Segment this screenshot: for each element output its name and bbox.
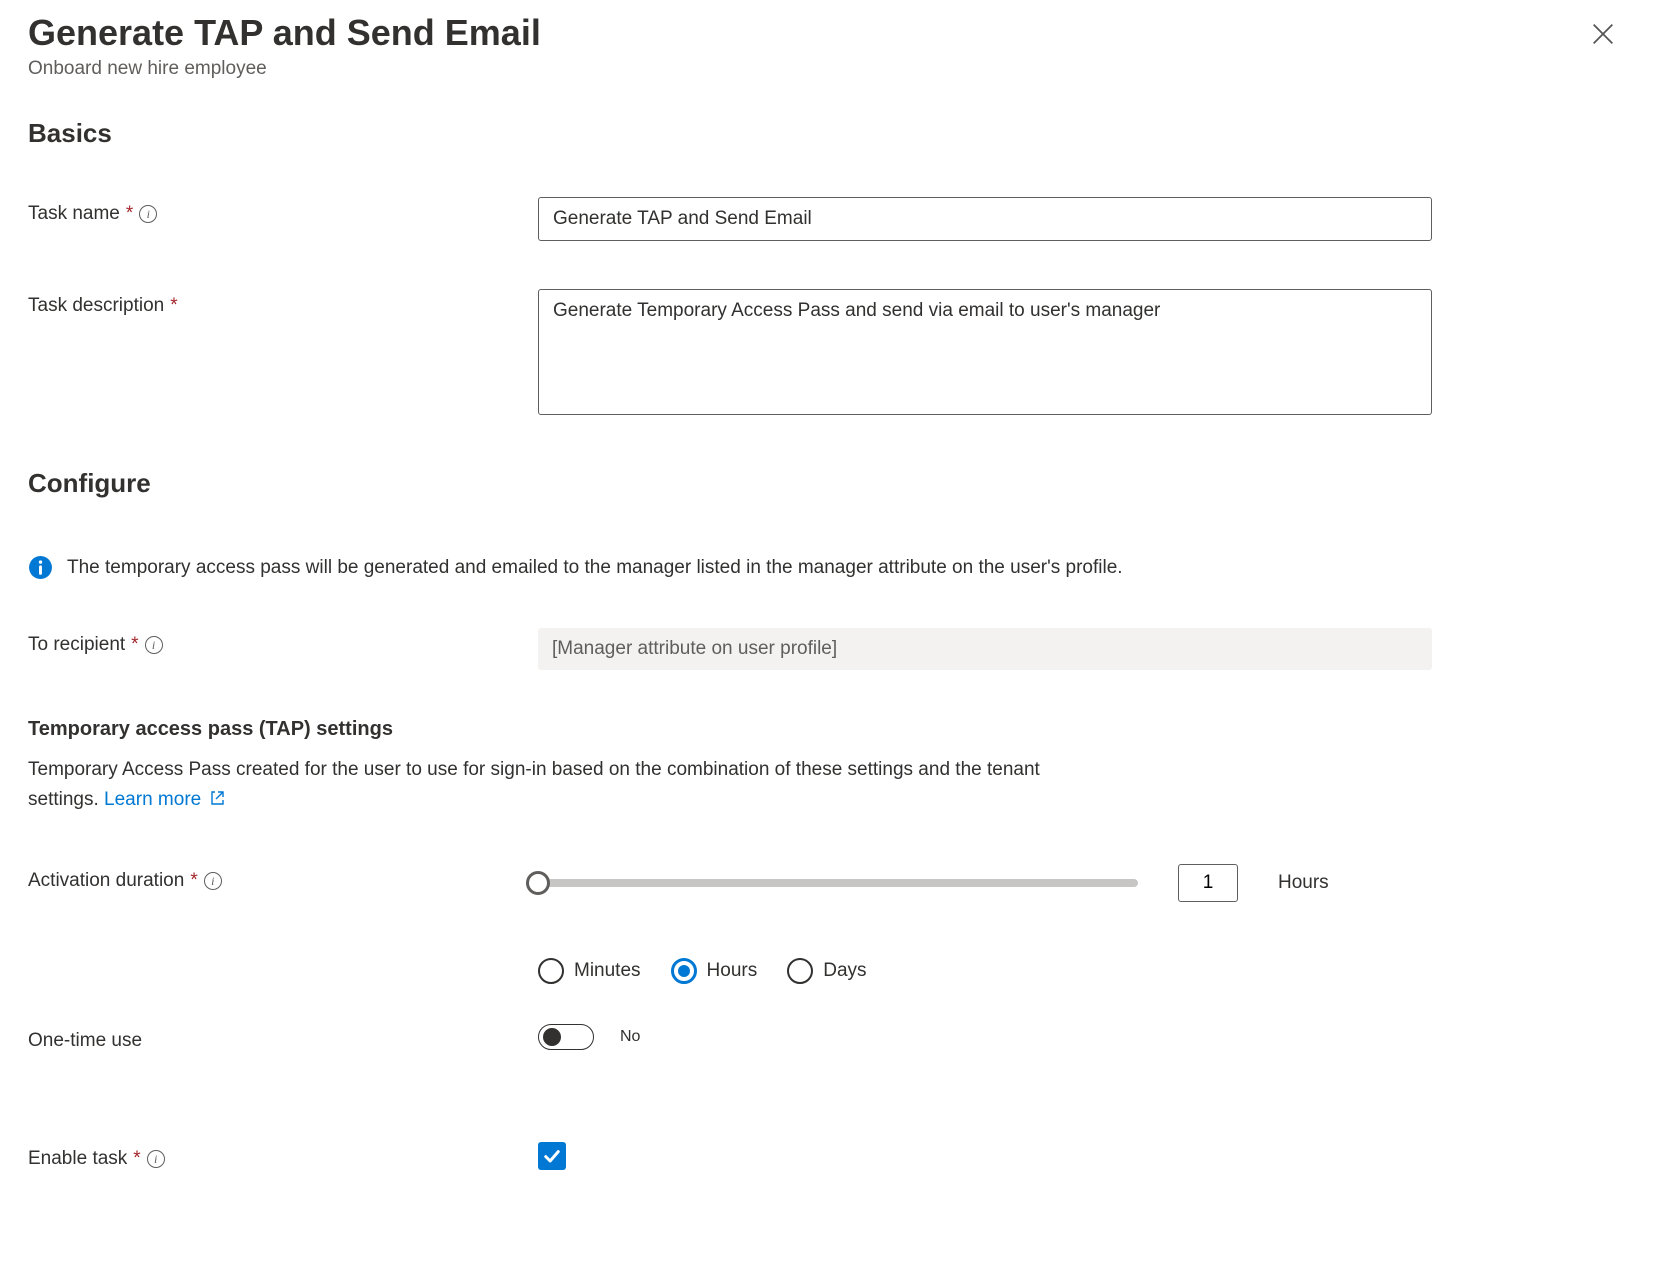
radio-minutes[interactable]: Minutes: [538, 958, 641, 984]
learn-more-text: Learn more: [104, 789, 201, 810]
toggle-knob: [543, 1028, 561, 1046]
radio-hours-label: Hours: [707, 960, 758, 982]
radio-circle-icon: [787, 958, 813, 984]
page-subtitle: Onboard new hire employee: [28, 58, 1625, 80]
required-asterisk: *: [190, 870, 197, 892]
check-icon: [542, 1146, 562, 1166]
duration-unit-radio-group: Minutes Hours Days: [538, 958, 1438, 984]
required-asterisk: *: [170, 295, 177, 317]
enable-task-label: Enable task: [28, 1148, 127, 1170]
section-basics-heading: Basics: [28, 118, 1625, 149]
activation-duration-label: Activation duration: [28, 870, 184, 892]
radio-days[interactable]: Days: [787, 958, 866, 984]
task-description-label: Task description: [28, 295, 164, 317]
tap-settings-heading: Temporary access pass (TAP) settings: [28, 718, 1625, 741]
required-asterisk: *: [133, 1148, 140, 1170]
activation-duration-slider[interactable]: [538, 879, 1138, 887]
radio-days-label: Days: [823, 960, 866, 982]
task-description-input[interactable]: Generate Temporary Access Pass and send …: [538, 289, 1432, 415]
info-icon[interactable]: i: [139, 205, 157, 223]
recipient-readonly: [Manager attribute on user profile]: [538, 628, 1432, 670]
close-icon: [1589, 20, 1617, 48]
info-banner-text: The temporary access pass will be genera…: [67, 557, 1123, 579]
radio-circle-icon: [671, 958, 697, 984]
activation-duration-value-input[interactable]: [1178, 864, 1238, 902]
task-name-input[interactable]: [538, 197, 1432, 241]
slider-thumb[interactable]: [526, 871, 550, 895]
page-title: Generate TAP and Send Email: [28, 12, 1625, 54]
one-time-use-label: One-time use: [28, 1030, 142, 1052]
info-icon: [28, 555, 53, 580]
one-time-use-value: No: [620, 1028, 640, 1046]
enable-task-checkbox[interactable]: [538, 1142, 566, 1170]
one-time-use-toggle[interactable]: [538, 1024, 594, 1050]
learn-more-link[interactable]: Learn more: [104, 789, 224, 810]
required-asterisk: *: [126, 203, 133, 225]
info-icon[interactable]: i: [204, 872, 222, 890]
radio-circle-icon: [538, 958, 564, 984]
section-configure-heading: Configure: [28, 468, 1625, 499]
external-link-icon: [209, 790, 225, 806]
info-icon[interactable]: i: [147, 1150, 165, 1168]
radio-minutes-label: Minutes: [574, 960, 641, 982]
info-icon[interactable]: i: [145, 636, 163, 654]
required-asterisk: *: [131, 634, 138, 656]
radio-hours[interactable]: Hours: [671, 958, 758, 984]
close-button[interactable]: [1589, 20, 1617, 48]
task-name-label: Task name: [28, 203, 120, 225]
activation-duration-unit: Hours: [1278, 872, 1329, 894]
recipient-label: To recipient: [28, 634, 125, 656]
